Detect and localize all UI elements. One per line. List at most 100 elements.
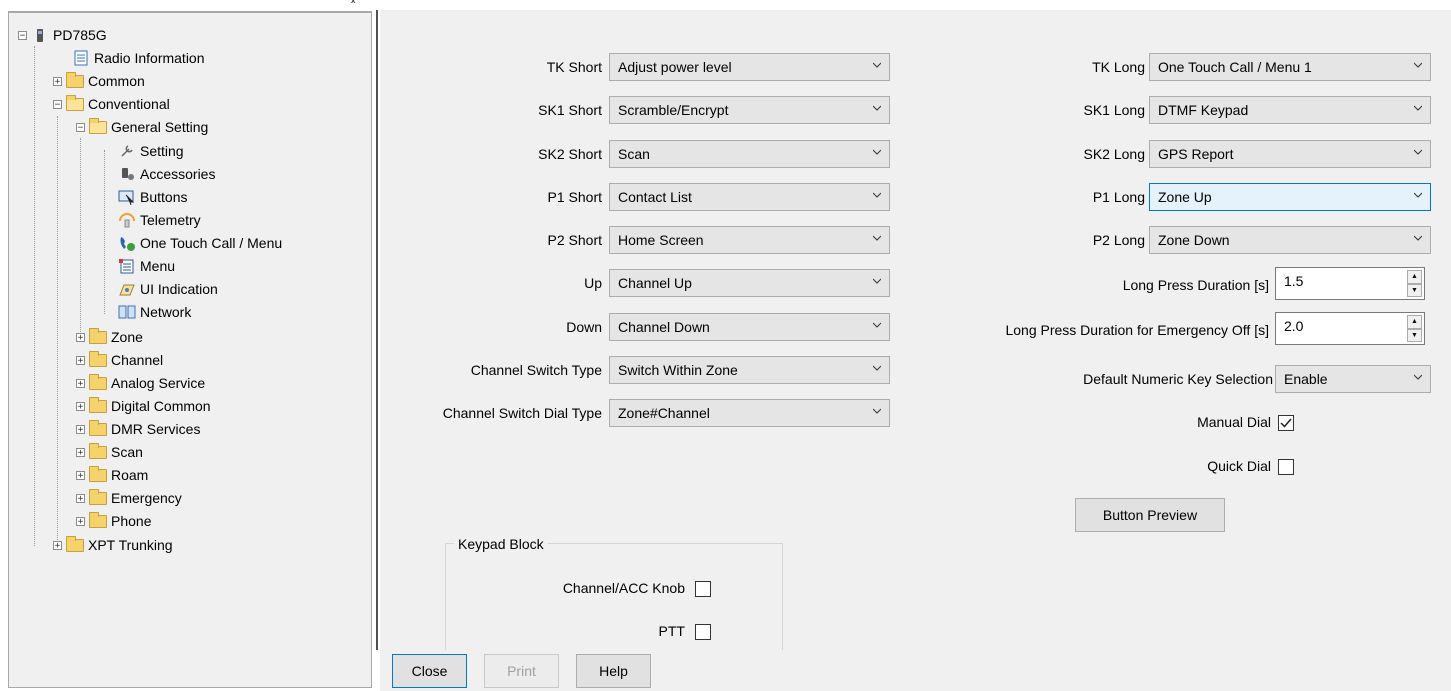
manual-dial-label: Manual Dial <box>1197 414 1271 430</box>
wrench-icon <box>118 143 136 159</box>
tree-item-label: Setting <box>140 143 184 159</box>
collapse-icon[interactable]: − <box>18 30 27 40</box>
select-value: Scan <box>618 146 650 162</box>
tree-item-emergency[interactable]: + Emergency <box>76 487 182 509</box>
folder-open-icon <box>89 117 107 134</box>
chevron-down-icon <box>1414 105 1422 111</box>
down-select[interactable]: Channel Down <box>609 313 890 341</box>
expand-icon[interactable]: + <box>76 493 85 503</box>
sk1-short-label: SK1 Short <box>538 102 602 118</box>
tree-item-label: Menu <box>140 258 176 274</box>
tree-item-dmr-services[interactable]: + DMR Services <box>76 418 200 440</box>
expand-icon[interactable]: + <box>76 401 85 411</box>
p2-short-select[interactable]: Home Screen <box>609 226 890 254</box>
select-value: Zone Up <box>1158 189 1212 205</box>
long-press-duration-label: Long Press Duration [s] <box>1122 277 1269 293</box>
manual-dial-checkbox[interactable] <box>1278 415 1294 431</box>
tree-item-telemetry[interactable]: Telemetry <box>118 209 201 231</box>
tree-connector-line <box>34 46 35 546</box>
sk2-short-select[interactable]: Scan <box>609 140 890 168</box>
expand-icon[interactable]: + <box>53 76 62 86</box>
phone-call-icon <box>118 235 136 251</box>
long-press-emergency-spinner[interactable]: 2.0 ▲ ▼ <box>1275 312 1425 345</box>
collapse-icon[interactable]: − <box>53 99 62 109</box>
tree-item-ui-indication[interactable]: UI Indication <box>118 278 218 300</box>
channel-acc-knob-checkbox[interactable] <box>695 581 711 597</box>
sk2-long-select[interactable]: GPS Report <box>1149 140 1431 168</box>
tree-item-common[interactable]: + Common <box>53 70 145 92</box>
spin-down-icon[interactable]: ▼ <box>1407 328 1422 342</box>
expand-icon[interactable]: + <box>76 355 85 365</box>
p2-long-select[interactable]: Zone Down <box>1149 226 1431 254</box>
checkmark-icon <box>1280 418 1292 428</box>
tree-item-one-touch-call-menu[interactable]: One Touch Call / Menu <box>118 232 282 254</box>
chevron-down-icon <box>1414 235 1422 241</box>
spinner-value: 2.0 <box>1284 318 1304 334</box>
expand-icon[interactable]: + <box>76 332 85 342</box>
tree-item-label: Channel <box>111 352 164 368</box>
ui-indication-icon <box>118 281 136 297</box>
sk1-short-select[interactable]: Scramble/Encrypt <box>609 96 890 124</box>
quick-dial-checkbox[interactable] <box>1278 459 1294 475</box>
folder-icon <box>89 419 107 436</box>
tree-item-label: Phone <box>111 513 152 529</box>
tree-item-buttons[interactable]: Buttons <box>118 186 187 208</box>
expand-icon[interactable]: + <box>53 540 62 550</box>
tree-item-network[interactable]: Network <box>118 301 191 323</box>
tree-item-xpt-trunking[interactable]: + XPT Trunking <box>53 534 173 556</box>
tree-item-general-setting[interactable]: − General Setting <box>76 116 208 138</box>
expand-icon[interactable]: + <box>76 424 85 434</box>
expand-icon[interactable]: + <box>76 470 85 480</box>
button-preview-button[interactable]: Button Preview <box>1075 498 1225 532</box>
expand-icon[interactable]: + <box>76 447 85 457</box>
ptt-checkbox[interactable] <box>695 624 711 640</box>
spin-down-icon[interactable]: ▼ <box>1407 283 1422 297</box>
sk2-long-label: SK2 Long <box>1083 146 1146 162</box>
panel-divider[interactable] <box>376 10 378 650</box>
chevron-down-icon <box>873 365 881 371</box>
tree-item-label: Conventional <box>88 96 170 112</box>
tree-item-roam[interactable]: + Roam <box>76 464 148 486</box>
tree-item-channel[interactable]: + Channel <box>76 349 163 371</box>
tk-short-select[interactable]: Adjust power level <box>609 53 890 81</box>
folder-open-icon <box>66 94 84 111</box>
tree-item-zone[interactable]: + Zone <box>76 326 143 348</box>
help-button[interactable]: Help <box>576 654 651 688</box>
expand-icon[interactable]: + <box>76 378 85 388</box>
tree-root[interactable]: − PD785G <box>18 24 107 46</box>
channel-switch-dial-type-select[interactable]: Zone#Channel <box>609 399 890 427</box>
collapse-icon[interactable]: − <box>76 122 85 132</box>
spin-up-icon[interactable]: ▲ <box>1407 315 1422 329</box>
long-press-duration-spinner[interactable]: 1.5 ▲ ▼ <box>1275 267 1425 300</box>
folder-icon <box>66 535 84 552</box>
tree-item-conventional[interactable]: − Conventional <box>53 93 170 115</box>
tree-item-scan[interactable]: + Scan <box>76 441 143 463</box>
expand-icon[interactable]: + <box>76 516 85 526</box>
pane-close-icon[interactable]: ˣ <box>351 0 355 9</box>
tree-item-phone[interactable]: + Phone <box>76 510 151 532</box>
tree-item-radio-information[interactable]: Radio Information <box>72 47 205 69</box>
tree-item-menu[interactable]: Menu <box>118 255 175 277</box>
tree-item-accessories[interactable]: Accessories <box>118 163 215 185</box>
select-value: Zone#Channel <box>618 405 710 421</box>
spin-up-icon[interactable]: ▲ <box>1407 270 1422 284</box>
p1-long-select[interactable]: Zone Up <box>1149 183 1431 211</box>
print-button[interactable]: Print <box>484 654 559 688</box>
tk-long-select[interactable]: One Touch Call / Menu 1 <box>1149 53 1431 81</box>
channel-switch-type-select[interactable]: Switch Within Zone <box>609 356 890 384</box>
default-numeric-key-select[interactable]: Enable <box>1275 365 1431 393</box>
p1-short-select[interactable]: Contact List <box>609 183 890 211</box>
tree-item-setting[interactable]: Setting <box>118 140 184 162</box>
tree-item-digital-common[interactable]: + Digital Common <box>76 395 211 417</box>
buttons-icon <box>118 189 136 205</box>
quick-dial-label: Quick Dial <box>1207 458 1271 474</box>
folder-icon <box>89 488 107 505</box>
tree-item-label: Scan <box>111 444 143 460</box>
select-value: Contact List <box>618 189 692 205</box>
sk1-long-select[interactable]: DTMF Keypad <box>1149 96 1431 124</box>
chevron-down-icon <box>873 408 881 414</box>
close-button[interactable]: Close <box>392 654 467 688</box>
tree-item-label: UI Indication <box>140 281 218 297</box>
up-select[interactable]: Channel Up <box>609 269 890 297</box>
tree-item-analog-service[interactable]: + Analog Service <box>76 372 205 394</box>
